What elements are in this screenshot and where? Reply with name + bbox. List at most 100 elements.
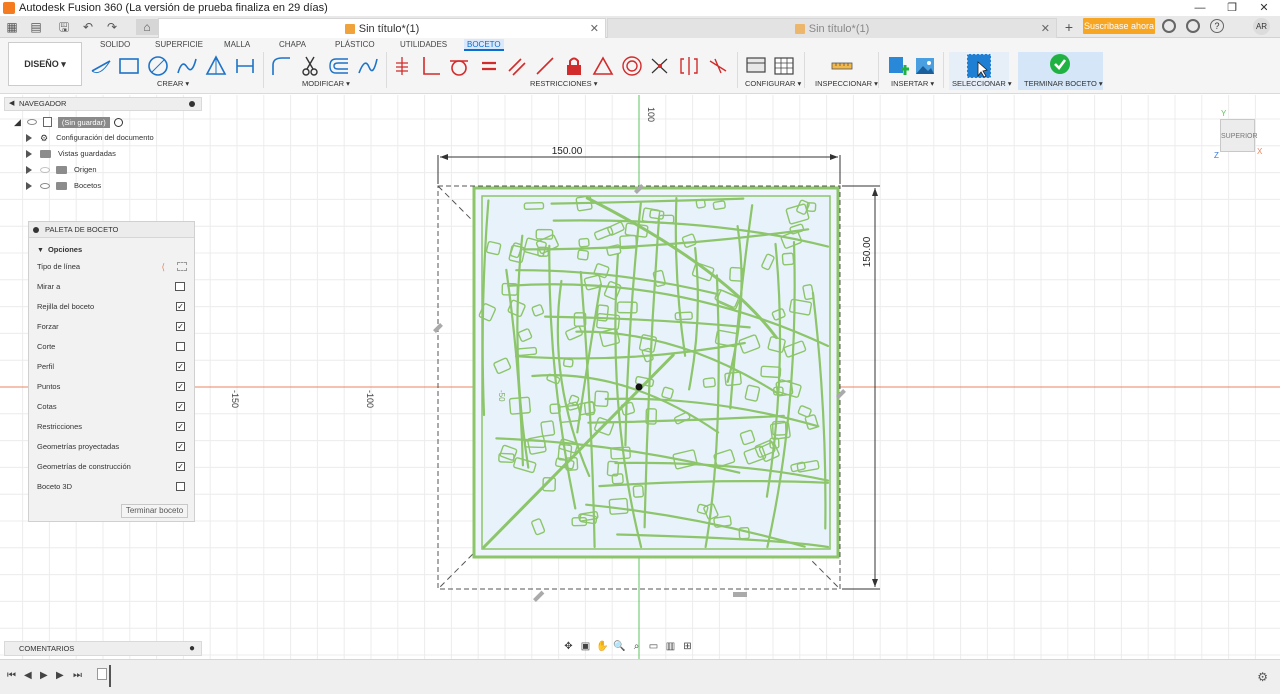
group-seleccionar[interactable]: SELECCIONAR ▾: [952, 79, 1012, 88]
checkbox[interactable]: ✓: [176, 362, 185, 371]
step-back-icon[interactable]: ◀: [24, 670, 32, 681]
group-insertar[interactable]: INSERTAR ▾: [891, 79, 934, 88]
minimize-button[interactable]: —: [1184, 0, 1216, 16]
centerline-linetype-icon[interactable]: [177, 262, 187, 271]
palette-row[interactable]: Corte: [37, 340, 187, 354]
palette-row[interactable]: Geometrías de construcción ✓: [37, 460, 187, 474]
root-label[interactable]: (Sin guardar): [57, 116, 110, 128]
expand-down-icon[interactable]: ◢: [14, 115, 21, 129]
viewcube[interactable]: SUPERIOR: [1220, 119, 1258, 152]
palette-row[interactable]: Forzar ✓: [37, 320, 187, 334]
tab-malla[interactable]: MALLA: [221, 39, 253, 51]
nav-item-origin[interactable]: Origen: [26, 163, 97, 177]
expand-arrow-icon[interactable]: [26, 166, 32, 174]
tab-plastico[interactable]: PLÁSTICO: [332, 39, 378, 51]
dim-value-vertical[interactable]: 150.00: [862, 236, 873, 267]
palette-row[interactable]: Restricciones ✓: [37, 420, 187, 434]
nav-item-document-settings[interactable]: ⚙ Configuración del documento: [26, 131, 154, 145]
expand-arrow-icon[interactable]: [26, 182, 32, 190]
group-modificar[interactable]: MODIFICAR ▾: [302, 79, 350, 88]
horizontal-vertical-constraint-icon[interactable]: [649, 55, 671, 77]
palette-row[interactable]: Rejilla del boceto ✓: [37, 300, 187, 314]
group-crear[interactable]: CREAR ▾: [157, 79, 189, 88]
settings-gear-icon[interactable]: ⚙: [1257, 670, 1268, 684]
panel-pin-icon[interactable]: [189, 101, 195, 107]
activate-radio-icon[interactable]: [113, 117, 123, 127]
navigator-header[interactable]: ◀ NAVEGADOR: [4, 97, 202, 111]
configure-icon[interactable]: [745, 55, 767, 77]
close-tab-icon[interactable]: ✕: [590, 22, 599, 35]
checkbox[interactable]: [176, 482, 185, 491]
measure-icon[interactable]: [831, 55, 853, 77]
redo-icon[interactable]: ↷: [104, 19, 120, 35]
midpoint-constraint-icon[interactable]: [592, 55, 614, 77]
insert-image-icon[interactable]: [914, 55, 936, 77]
group-inspeccionar[interactable]: INSPECCIONAR ▾: [815, 79, 878, 88]
grid-settings-icon[interactable]: ▥: [662, 640, 679, 654]
nav-item-sketches[interactable]: Bocetos: [26, 179, 101, 193]
comments-panel[interactable]: COMENTARIOS ●: [4, 641, 202, 656]
parallel-constraint-icon[interactable]: [506, 55, 528, 77]
visibility-eye-icon[interactable]: [40, 183, 50, 189]
pan-hand-icon[interactable]: ✋: [594, 640, 611, 654]
tab-superficie[interactable]: SUPERFICIE: [152, 39, 206, 51]
fix-lock-icon[interactable]: [563, 55, 585, 77]
circle-tool-icon[interactable]: [147, 55, 169, 77]
apps-grid-icon[interactable]: ▦: [4, 19, 20, 35]
palette-row[interactable]: Cotas ✓: [37, 400, 187, 414]
help-icon[interactable]: ?: [1210, 19, 1224, 33]
tab-document-2[interactable]: Sin título*(1) ✕: [607, 18, 1057, 38]
arc-tool-icon[interactable]: [176, 55, 198, 77]
checkbox[interactable]: ✓: [176, 322, 185, 331]
symmetry-constraint-icon[interactable]: [678, 55, 700, 77]
tab-boceto[interactable]: BOCETO: [464, 39, 504, 51]
origin-point[interactable]: [635, 383, 643, 391]
go-to-start-icon[interactable]: ⏮: [7, 670, 16, 681]
rectangle-tool-icon[interactable]: [118, 55, 140, 77]
concentric-constraint-icon[interactable]: [621, 55, 643, 77]
close-button[interactable]: ✕: [1248, 0, 1280, 16]
checkbox[interactable]: ✓: [176, 382, 185, 391]
notifications-icon[interactable]: [1186, 19, 1200, 33]
expand-arrow-icon[interactable]: [26, 134, 32, 142]
group-restricciones[interactable]: RESTRICCIONES ▾: [530, 79, 598, 88]
zoom-window-icon[interactable]: ⌕: [628, 640, 645, 654]
offset-tool-icon[interactable]: [328, 55, 350, 77]
line-tool-icon[interactable]: [90, 55, 112, 77]
tab-chapa[interactable]: CHAPA: [276, 39, 309, 51]
tab-solido[interactable]: SOLIDO: [97, 39, 133, 51]
viewports-icon[interactable]: ⊞: [679, 640, 696, 654]
zoom-icon[interactable]: 🔍: [611, 640, 628, 654]
look-at-icon[interactable]: ▣: [577, 640, 594, 654]
display-settings-icon[interactable]: ▭: [645, 640, 662, 654]
tab-utilidades[interactable]: UTILIDADES: [397, 39, 450, 51]
add-comment-icon[interactable]: ●: [189, 642, 195, 655]
finish-sketch-button[interactable]: Terminar boceto: [121, 504, 188, 518]
palette-row[interactable]: Geometrías proyectadas ✓: [37, 440, 187, 454]
new-tab-icon[interactable]: +: [1061, 19, 1077, 35]
spline-tool-icon[interactable]: [357, 55, 379, 77]
palette-header[interactable]: PALETA DE BOCETO: [29, 222, 194, 238]
visibility-eye-icon[interactable]: [26, 119, 37, 125]
tab-document-1[interactable]: Sin título*(1) ✕: [158, 18, 606, 38]
group-configurar[interactable]: CONFIGURAR ▾: [745, 79, 801, 88]
group-terminar-boceto[interactable]: TERMINAR BOCETO ▾: [1024, 79, 1103, 88]
step-forward-icon[interactable]: ▶: [56, 670, 64, 681]
timeline-marker[interactable]: [109, 665, 111, 687]
equal-constraint-icon[interactable]: [478, 55, 500, 77]
checkbox[interactable]: ✓: [176, 462, 185, 471]
palette-row[interactable]: Boceto 3D: [37, 480, 187, 494]
construction-linetype-icon[interactable]: ⟨: [161, 260, 165, 274]
checkbox[interactable]: [176, 342, 185, 351]
avatar[interactable]: AR: [1253, 18, 1270, 35]
curvature-constraint-icon[interactable]: [707, 55, 729, 77]
close-tab-icon[interactable]: ✕: [1041, 22, 1050, 35]
nav-item-saved-views[interactable]: Vistas guardadas: [26, 147, 116, 161]
undo-icon[interactable]: ↶: [80, 19, 96, 35]
insert-derive-icon[interactable]: [887, 55, 909, 77]
select-tool-icon[interactable]: [966, 53, 992, 79]
trim-tool-icon[interactable]: [299, 55, 321, 77]
polygon-tool-icon[interactable]: [205, 55, 227, 77]
palette-row[interactable]: Puntos ✓: [37, 380, 187, 394]
fillet-tool-icon[interactable]: [270, 55, 292, 77]
